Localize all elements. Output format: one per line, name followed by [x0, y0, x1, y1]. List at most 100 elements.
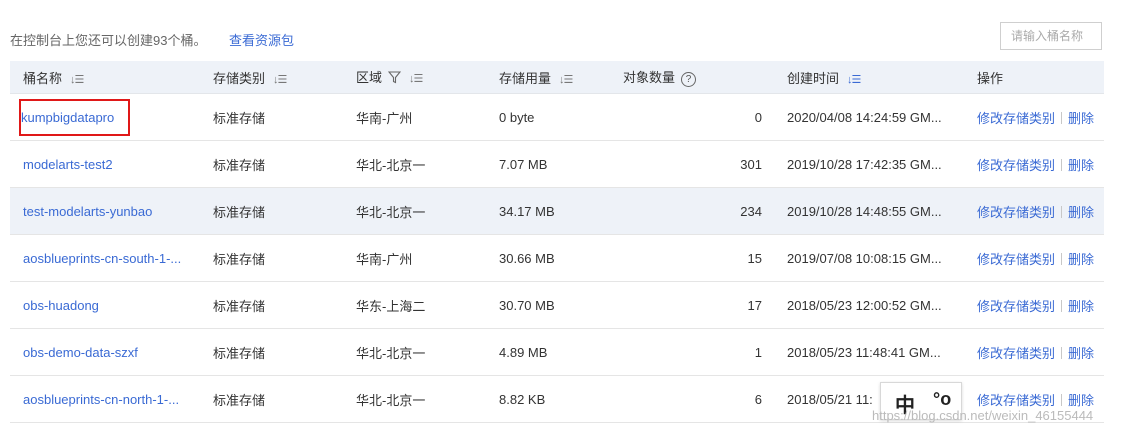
- sort-icon[interactable]: ↓☰: [70, 73, 84, 86]
- table-row: obs-demo-data-szxf 标准存储 华北-北京一 4.89 MB 1…: [10, 328, 1104, 376]
- header-name-label: 桶名称: [23, 70, 63, 86]
- divider: [1061, 205, 1063, 218]
- storage-class-cell: 标准存储: [200, 328, 343, 376]
- usage-cell: 30.66 MB: [486, 234, 623, 282]
- quota-text: 在控制台上您还可以创建93个桶。: [10, 33, 207, 48]
- sort-icon[interactable]: ↓☰: [273, 73, 287, 86]
- delete-link[interactable]: 删除: [1068, 346, 1094, 361]
- storage-class-cell: 标准存储: [200, 234, 343, 282]
- bucket-name-link[interactable]: test-modelarts-yunbao: [23, 204, 152, 219]
- usage-cell: 30.70 MB: [486, 281, 623, 329]
- table-row: modelarts-test2 标准存储 华北-北京一 7.07 MB 301 …: [10, 140, 1104, 188]
- header-usage[interactable]: 存储用量 ↓☰: [486, 61, 623, 94]
- created-cell: 2019/10/28 14:48:55 GM...: [774, 187, 964, 235]
- divider: [1061, 346, 1063, 359]
- region-cell: 华北-北京一: [343, 140, 486, 188]
- ops-cell: 修改存储类别 删除: [964, 187, 1104, 235]
- created-cell: 2019/10/28 17:42:35 GM...: [774, 140, 964, 188]
- delete-link[interactable]: 删除: [1068, 205, 1094, 220]
- bucket-name-link[interactable]: obs-huadong: [23, 298, 99, 313]
- divider: [1061, 252, 1063, 265]
- modify-storage-class-link[interactable]: 修改存储类别: [977, 346, 1055, 361]
- modify-storage-class-link[interactable]: 修改存储类别: [977, 393, 1055, 408]
- header-created-label: 创建时间: [787, 70, 840, 86]
- created-cell: 2018/05/23 11:48:41 GM...: [774, 328, 964, 376]
- region-cell: 华北-北京一: [343, 328, 486, 376]
- delete-link[interactable]: 删除: [1068, 252, 1094, 267]
- storage-class-cell: 标准存储: [200, 281, 343, 329]
- divider: [1061, 299, 1063, 312]
- watermark: https://blog.csdn.net/weixin_46155444: [872, 408, 1094, 423]
- bucket-name-link[interactable]: modelarts-test2: [23, 157, 113, 172]
- modify-storage-class-link[interactable]: 修改存储类别: [977, 111, 1055, 126]
- created-cell: 2018/05/23 12:00:52 GM...: [774, 281, 964, 329]
- delete-link[interactable]: 删除: [1068, 158, 1094, 173]
- bucket-name-link[interactable]: aosblueprints-cn-north-1-...: [23, 392, 179, 407]
- header-usage-label: 存储用量: [499, 70, 552, 86]
- objects-cell: 17: [623, 281, 774, 329]
- sort-desc-icon[interactable]: ↓☰: [847, 73, 861, 86]
- storage-class-cell: 标准存储: [200, 140, 343, 188]
- header-storage-class-label: 存储类别: [213, 70, 266, 86]
- region-cell: 华东-上海二: [343, 281, 486, 329]
- sort-icon[interactable]: ↓☰: [409, 72, 423, 85]
- objects-cell: 301: [623, 140, 774, 188]
- usage-cell: 7.07 MB: [486, 140, 623, 188]
- bucket-table: 桶名称 ↓☰ 存储类别 ↓☰ 区域 ↓☰ 存储用量 ↓☰ 对象数量? 创建时间 ↓☰ 操作: [10, 61, 1104, 423]
- storage-class-cell: 标准存储: [200, 187, 343, 235]
- ime-punctuation-toggle[interactable]: °o: [933, 389, 951, 410]
- toolbar: 在控制台上您还可以创建93个桶。 查看资源包: [0, 0, 1140, 60]
- header-region-label: 区域: [356, 70, 383, 85]
- header-ops: 操作: [964, 61, 1104, 94]
- filter-icon[interactable]: [387, 71, 402, 87]
- storage-class-cell: 标准存储: [200, 93, 343, 141]
- bucket-name-link[interactable]: obs-demo-data-szxf: [23, 345, 138, 360]
- table-header-row: 桶名称 ↓☰ 存储类别 ↓☰ 区域 ↓☰ 存储用量 ↓☰ 对象数量? 创建时间 ↓☰ 操作: [10, 61, 1104, 94]
- region-cell: 华南-广州: [343, 234, 486, 282]
- usage-cell: 34.17 MB: [486, 187, 623, 235]
- objects-cell: 234: [623, 187, 774, 235]
- bucket-search-input[interactable]: [1000, 22, 1102, 50]
- objects-cell: 1: [623, 328, 774, 376]
- usage-cell: 8.82 KB: [486, 375, 623, 423]
- sort-icon[interactable]: ↓☰: [559, 73, 573, 86]
- ops-cell: 修改存储类别 删除: [964, 140, 1104, 188]
- objects-cell: 6: [623, 375, 774, 423]
- objects-cell: 15: [623, 234, 774, 282]
- modify-storage-class-link[interactable]: 修改存储类别: [977, 252, 1055, 267]
- bucket-name-link[interactable]: kumpbigdatapro: [21, 110, 114, 125]
- ops-cell: 修改存储类别 删除: [964, 93, 1104, 141]
- header-storage-class[interactable]: 存储类别 ↓☰: [200, 61, 343, 94]
- delete-link[interactable]: 删除: [1068, 111, 1094, 126]
- ops-cell: 修改存储类别 删除: [964, 234, 1104, 282]
- help-icon[interactable]: ?: [681, 72, 697, 87]
- delete-link[interactable]: 删除: [1068, 299, 1094, 314]
- table-row: test-modelarts-yunbao 标准存储 华北-北京一 34.17 …: [10, 187, 1104, 235]
- region-cell: 华北-北京一: [343, 375, 486, 423]
- header-ops-label: 操作: [977, 70, 1004, 86]
- delete-link[interactable]: 删除: [1068, 393, 1094, 408]
- modify-storage-class-link[interactable]: 修改存储类别: [977, 158, 1055, 173]
- divider: [1061, 111, 1063, 124]
- bucket-name-link[interactable]: aosblueprints-cn-south-1-...: [23, 251, 181, 266]
- table-row: kumpbigdatapro 标准存储 华南-广州 0 byte 0 2020/…: [10, 93, 1104, 141]
- view-resource-pack-link[interactable]: 查看资源包: [229, 30, 294, 49]
- highlight-box: kumpbigdatapro: [18, 98, 131, 136]
- storage-class-cell: 标准存储: [200, 375, 343, 423]
- divider: [1061, 158, 1063, 171]
- header-objects: 对象数量?: [623, 61, 774, 94]
- usage-cell: 0 byte: [486, 93, 623, 141]
- header-region[interactable]: 区域 ↓☰: [343, 61, 486, 94]
- region-cell: 华南-广州: [343, 93, 486, 141]
- created-cell: 2020/04/08 14:24:59 GM...: [774, 93, 964, 141]
- divider: [1061, 393, 1063, 406]
- objects-cell: 0: [623, 93, 774, 141]
- ops-cell: 修改存储类别 删除: [964, 281, 1104, 329]
- modify-storage-class-link[interactable]: 修改存储类别: [977, 299, 1055, 314]
- header-objects-label: 对象数量: [623, 70, 676, 85]
- header-created[interactable]: 创建时间 ↓☰: [774, 61, 964, 94]
- header-name[interactable]: 桶名称 ↓☰: [10, 61, 200, 94]
- modify-storage-class-link[interactable]: 修改存储类别: [977, 205, 1055, 220]
- usage-cell: 4.89 MB: [486, 328, 623, 376]
- region-cell: 华北-北京一: [343, 187, 486, 235]
